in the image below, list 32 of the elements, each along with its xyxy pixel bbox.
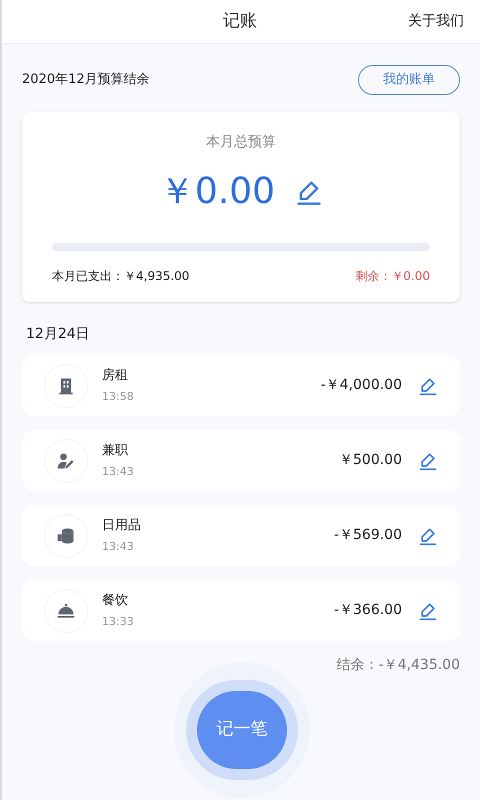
transaction-row[interactable]: 房租 13:58 -￥4,000.00 [22, 355, 460, 416]
person-with-pen-icon [56, 450, 76, 470]
entry-amount: ￥500.00 [339, 451, 402, 470]
summary-title: 2020年12月预算结余 [22, 71, 150, 90]
toilet-roll-icon [56, 526, 76, 546]
entry-amount: -￥366.00 [334, 601, 402, 620]
entry-amount: -￥569.00 [334, 526, 402, 545]
remaining-text: 剩余：￥0.00 [355, 268, 430, 285]
date-heading: 12月24日 [25, 325, 91, 344]
budget-label: 本月总预算 [206, 133, 276, 152]
spent-text: 本月已支出：￥4,935.00 [52, 268, 190, 285]
budget-amount: ￥0.00 [158, 170, 276, 214]
balance-text: 结余：-￥4,435.00 [336, 656, 460, 675]
category-name: 日用品 [102, 516, 141, 534]
category-name: 房租 [102, 366, 129, 384]
edit-icon[interactable] [418, 600, 438, 620]
edit-icon[interactable] [418, 526, 438, 546]
entry-time: 13:43 [102, 539, 135, 555]
page-title: 记账 [222, 10, 258, 33]
transaction-row[interactable]: 兼职 13:43 ￥500.00 [22, 430, 460, 491]
edit-icon[interactable] [418, 376, 438, 396]
entry-time: 13:58 [102, 389, 134, 405]
about-us-link[interactable]: 关于我们 [408, 11, 464, 32]
my-bills-button[interactable]: 我的账单 [358, 65, 460, 95]
entry-amount: -￥4,000.00 [320, 376, 402, 395]
category-name: 餐饮 [102, 592, 129, 610]
transaction-row[interactable]: 日用品 13:43 -￥569.00 [22, 505, 460, 566]
transaction-row[interactable]: 餐饮 13:33 -￥366.00 [22, 580, 460, 641]
entry-time: 13:33 [102, 614, 134, 630]
entry-time: 13:43 [102, 464, 134, 480]
edit-icon[interactable] [418, 450, 438, 470]
category-name: 兼职 [102, 442, 129, 460]
